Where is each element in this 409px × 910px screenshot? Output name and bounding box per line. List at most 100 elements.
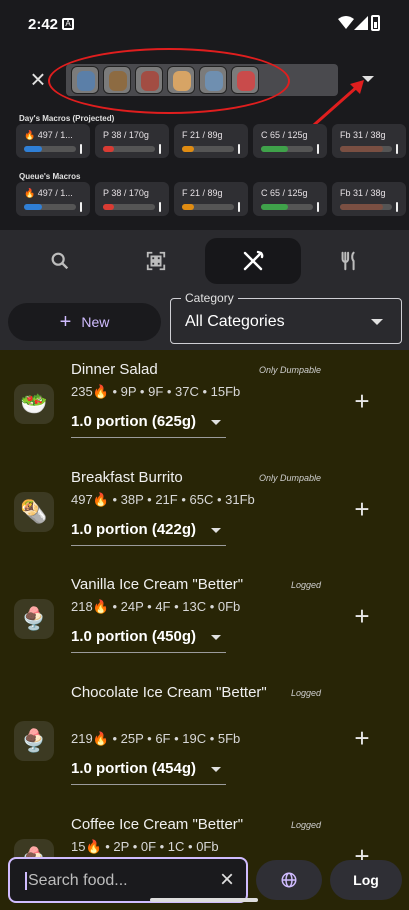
food-macros: 218🔥 • 24P • 4F • 13C • 0Fb (71, 599, 241, 614)
queue-item-thumb[interactable] (71, 66, 99, 94)
app-screen: 2:42 A × Day's Macros (Projected) 🔥 497 … (0, 0, 409, 910)
macro-card-text: P 38 / 170g (103, 188, 149, 198)
food-name: Coffee Ice Cream "Better" (71, 816, 244, 833)
macro-card-text: P 38 / 170g (103, 130, 149, 140)
macro-progress-fill (24, 146, 43, 152)
chevron-down-icon (211, 635, 221, 640)
food-macros: 235🔥 • 9P • 9F • 37C • 15Fb (71, 384, 241, 399)
macro-progress-fill (103, 204, 115, 210)
notification-icon: A (62, 18, 74, 30)
macro-card-text: 🔥 497 / 1... (24, 130, 73, 140)
food-name: Vanilla Ice Cream "Better" (71, 576, 244, 593)
wifi-icon (338, 16, 354, 29)
macro-card-text: Fb 31 / 38g (340, 130, 386, 140)
queue-item-thumb[interactable] (135, 66, 163, 94)
queue-item-thumb[interactable] (167, 66, 195, 94)
macro-progress-fill (261, 204, 289, 210)
macro-progress-fill (24, 204, 43, 210)
queue-expand-chevron-icon[interactable] (362, 76, 374, 82)
macro-progress-bar (182, 146, 234, 152)
queue-macros-title: Queue's Macros (19, 172, 81, 181)
search-input[interactable] (28, 869, 208, 893)
clear-icon[interactable]: × (220, 868, 234, 892)
can-icon (77, 71, 95, 91)
macro-progress-bar (261, 204, 313, 210)
macro-card: P 38 / 170g (95, 124, 169, 158)
macro-progress-fill (261, 146, 289, 152)
search-food-field[interactable]: × (8, 857, 248, 903)
chevron-down-icon (211, 420, 221, 425)
macro-card-text: Fb 31 / 38g (340, 188, 386, 198)
sauce-bottle-icon (237, 71, 255, 91)
tab-meals[interactable] (204, 238, 301, 284)
signal-icon (354, 16, 368, 30)
meal-queue-header: × Day's Macros (Projected) 🔥 497 / 1... P… (0, 48, 409, 230)
tab-barcode-scan[interactable] (108, 238, 204, 284)
category-select[interactable]: Category All Categories (170, 291, 402, 344)
macro-progress-bar (340, 204, 392, 210)
macro-progress-fill (182, 204, 195, 210)
portion-select[interactable]: 1.0 portion (422g) (71, 516, 226, 546)
macro-target-marker (396, 144, 398, 154)
online-search-button[interactable] (256, 860, 322, 900)
macro-card: F 21 / 89g (174, 124, 248, 158)
macro-card-text: C 65 / 125g (261, 188, 308, 198)
food-name: Chocolate Ice Cream "Better" (71, 684, 267, 701)
home-indicator[interactable] (150, 898, 258, 902)
macro-target-marker (396, 202, 398, 212)
portion-select[interactable]: 1.0 portion (454g) (71, 755, 226, 785)
food-status-tag: Logged (290, 688, 321, 698)
queue-items-strip[interactable] (66, 64, 338, 96)
new-button-label: New (81, 314, 110, 330)
macro-card: P 38 / 170g (95, 182, 169, 216)
status-time: 2:42 (28, 16, 59, 33)
food-emoji-icon: 🍨 (14, 721, 54, 761)
queue-item-thumb[interactable] (199, 66, 227, 94)
queue-item-thumb[interactable] (231, 66, 259, 94)
food-emoji-icon: 🥗 (14, 384, 54, 424)
package-icon (205, 71, 223, 91)
macro-progress-bar (261, 146, 313, 152)
add-food-button[interactable]: + (350, 725, 374, 751)
macro-target-marker (159, 144, 161, 154)
portion-select[interactable]: 1.0 portion (625g) (71, 408, 226, 438)
food-status-tag: Logged (290, 820, 321, 830)
macro-progress-bar (340, 146, 392, 152)
fork-knife-icon (341, 251, 355, 271)
food-status-tag: Logged (290, 580, 321, 590)
category-label: Category (181, 291, 238, 305)
queue-macros-row: 🔥 497 / 1... P 38 / 170g F 21 / 89g C 65 / … (16, 182, 406, 216)
queue-item-thumb[interactable] (103, 66, 131, 94)
portion-value: 1.0 portion (450g) (71, 628, 197, 645)
macro-card: Fb 31 / 38g (332, 124, 406, 158)
food-macros: 219🔥 • 25P • 6F • 19C • 5Fb (71, 731, 241, 746)
macro-progress-fill (182, 146, 195, 152)
portion-select[interactable]: 1.0 portion (450g) (71, 623, 226, 653)
add-food-button[interactable]: + (350, 388, 374, 414)
macro-target-marker (80, 202, 82, 212)
close-icon[interactable]: × (26, 66, 50, 92)
add-food-button[interactable]: + (350, 496, 374, 522)
meat-tray-icon (141, 71, 159, 91)
days-macros-title: Day's Macros (Projected) (19, 114, 115, 123)
tab-recipes[interactable] (301, 238, 397, 284)
chevron-down-icon (371, 319, 383, 325)
macro-target-marker (317, 202, 319, 212)
macro-target-marker (80, 144, 82, 154)
barcode-scan-icon (147, 251, 166, 271)
battery-icon (371, 15, 380, 31)
macro-card-text: C 65 / 125g (261, 130, 308, 140)
macro-progress-bar (182, 204, 234, 210)
chevron-down-icon (211, 528, 221, 533)
tab-search[interactable] (12, 238, 108, 284)
text-cursor (25, 872, 27, 890)
food-status-tag: Only Dumpable (258, 365, 321, 375)
portion-value: 1.0 portion (422g) (71, 521, 197, 538)
days-macros-row: 🔥 497 / 1... P 38 / 170g F 21 / 89g C 65 / … (16, 124, 406, 158)
food-name: Breakfast Burrito (71, 469, 183, 486)
add-food-button[interactable]: + (350, 603, 374, 629)
status-bar: 2:42 A (0, 0, 409, 48)
macro-card: C 65 / 125g (253, 124, 327, 158)
log-button[interactable]: Log (330, 860, 402, 900)
new-food-button[interactable]: + New (8, 303, 161, 341)
